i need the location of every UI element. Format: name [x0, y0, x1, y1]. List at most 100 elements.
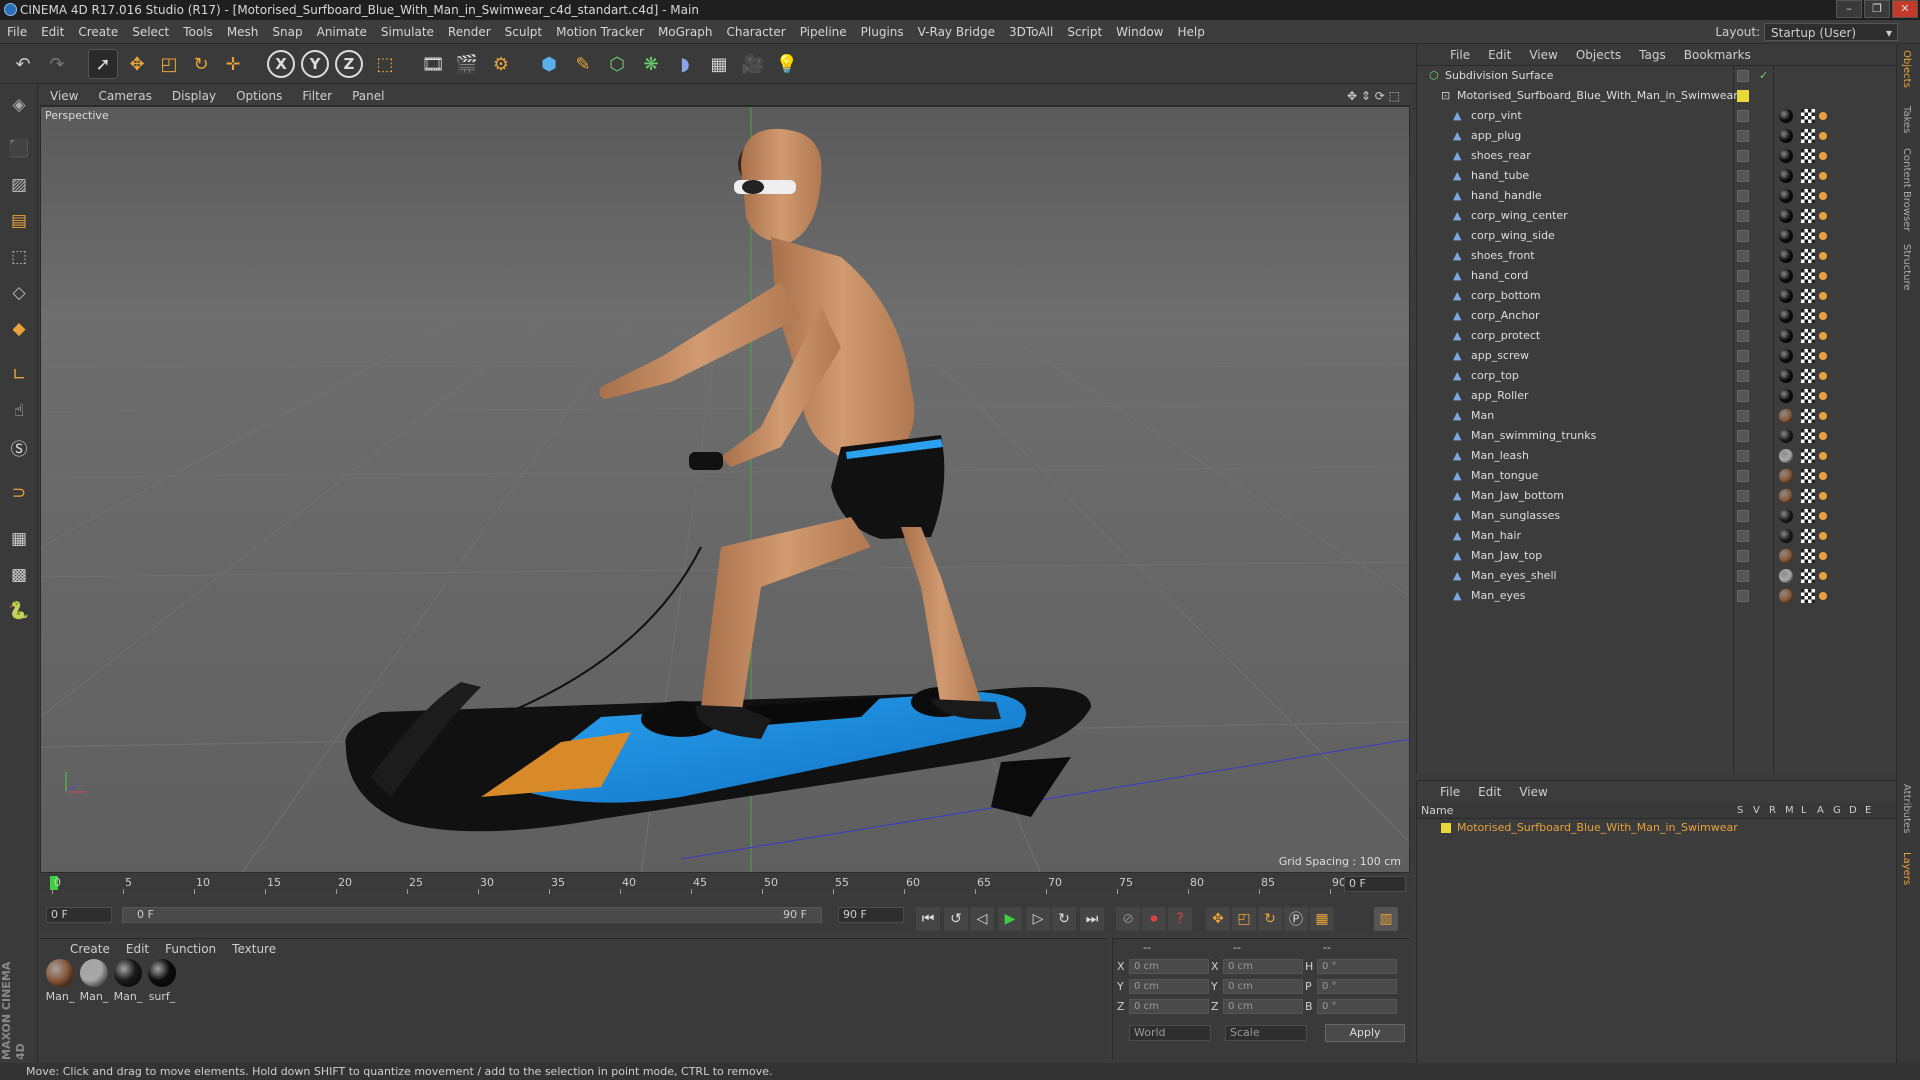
object-row[interactable]: ▲ Man_tongue	[1417, 466, 1897, 486]
material-tag[interactable]	[1779, 229, 1793, 243]
model-mode-icon[interactable]: ⬛	[4, 134, 34, 164]
object-row[interactable]: ▲ Man_sunglasses	[1417, 506, 1897, 526]
coordinate-rot-field[interactable]: 0 °	[1317, 999, 1397, 1014]
object-row[interactable]: ▲ corp_wing_side	[1417, 226, 1897, 246]
x-axis-lock[interactable]: X	[266, 49, 296, 79]
record-keys-icon[interactable]: ⏺	[1142, 907, 1166, 931]
make-editable-icon[interactable]: ◈	[4, 90, 34, 120]
menu-mesh[interactable]: Mesh	[220, 20, 266, 44]
visibility-flags[interactable]	[1737, 390, 1749, 402]
phong-tag-icon[interactable]	[1819, 412, 1827, 420]
material-tag[interactable]	[1779, 369, 1793, 383]
scale-mode-dropdown[interactable]: Scale	[1225, 1025, 1307, 1041]
material-tag[interactable]	[1779, 489, 1793, 503]
object-row[interactable]: ▲ Man_eyes	[1417, 586, 1897, 606]
next-frame-icon[interactable]: ▷	[1026, 907, 1050, 931]
object-row[interactable]: ▲ Man_swimming_trunks	[1417, 426, 1897, 446]
y-axis-lock[interactable]: Y	[300, 49, 330, 79]
live-selection-icon[interactable]: ➚	[88, 49, 118, 79]
uvw-tag-icon[interactable]	[1801, 269, 1815, 283]
material-swatch[interactable]: Man_	[78, 959, 110, 1003]
polygons-mode-icon[interactable]: ◆	[4, 314, 34, 344]
material-tag[interactable]	[1779, 189, 1793, 203]
visibility-flags[interactable]	[1737, 350, 1749, 362]
object-menu-edit[interactable]: Edit	[1479, 44, 1520, 66]
end-frame-field[interactable]: 90 F	[838, 907, 904, 923]
object-row[interactable]: ▲ app_Roller	[1417, 386, 1897, 406]
phong-tag-icon[interactable]	[1819, 332, 1827, 340]
uvw-tag-icon[interactable]	[1801, 209, 1815, 223]
material-menu-create[interactable]: Create	[62, 939, 118, 959]
uvw-tag-icon[interactable]	[1801, 429, 1815, 443]
material-tag[interactable]	[1779, 509, 1793, 523]
coordinate-rot-field[interactable]: 0 °	[1317, 959, 1397, 974]
material-swatch[interactable]: Man_	[112, 959, 144, 1003]
visibility-flags[interactable]	[1737, 250, 1749, 262]
menu-tools[interactable]: Tools	[176, 20, 220, 44]
material-tag[interactable]	[1779, 149, 1793, 163]
uvw-tag-icon[interactable]	[1801, 189, 1815, 203]
material-tag[interactable]	[1779, 309, 1793, 323]
key-parameter-icon[interactable]: Ⓟ	[1284, 907, 1308, 931]
visibility-flags[interactable]	[1737, 410, 1749, 422]
phong-tag-icon[interactable]	[1819, 512, 1827, 520]
material-menu-texture[interactable]: Texture	[224, 939, 284, 959]
visibility-flags[interactable]	[1737, 430, 1749, 442]
visibility-flags[interactable]	[1737, 130, 1749, 142]
current-frame-field[interactable]: 0 F	[1344, 876, 1406, 892]
material-tag[interactable]	[1779, 209, 1793, 223]
deformer-icon[interactable]: ◗	[670, 49, 700, 79]
object-row[interactable]: ▲ hand_handle	[1417, 186, 1897, 206]
object-row-group[interactable]: ⊡ Motorised_Surfboard_Blue_With_Man_in_S…	[1417, 86, 1897, 106]
maximize-button[interactable]: ❐	[1864, 0, 1890, 18]
layout-dropdown[interactable]: Startup (User) ▾	[1764, 23, 1898, 41]
material-tag[interactable]	[1779, 109, 1793, 123]
layer-color-swatch[interactable]	[1441, 823, 1451, 833]
phong-tag-icon[interactable]	[1819, 432, 1827, 440]
object-row[interactable]: ▲ hand_cord	[1417, 266, 1897, 286]
perspective-viewport[interactable]: Perspective Grid Spacing : 100 cm	[40, 106, 1410, 873]
visibility-flags[interactable]	[1737, 490, 1749, 502]
recent-tool-icon[interactable]: ✛	[218, 49, 248, 79]
viewport-nav-icons[interactable]: ✥ ⇕ ⟳ ⬚	[1347, 86, 1400, 106]
points-mode-icon[interactable]: ⬚	[4, 242, 34, 272]
scale-tool-icon[interactable]: ◰	[154, 49, 184, 79]
visibility-flags[interactable]	[1737, 70, 1749, 82]
material-tag[interactable]	[1779, 169, 1793, 183]
material-swatch[interactable]: surf_	[146, 959, 178, 1003]
material-tag[interactable]	[1779, 589, 1793, 603]
phong-tag-icon[interactable]	[1819, 132, 1827, 140]
material-swatch[interactable]: Man_	[44, 959, 76, 1003]
rotate-tool-icon[interactable]: ↻	[186, 49, 216, 79]
camera-object-icon[interactable]: 🎥	[738, 49, 768, 79]
object-row[interactable]: ▲ corp_vint	[1417, 106, 1897, 126]
material-tag[interactable]	[1779, 549, 1793, 563]
material-tag[interactable]	[1779, 349, 1793, 363]
viewport-menu-view[interactable]: View	[40, 86, 88, 106]
phong-tag-icon[interactable]	[1819, 532, 1827, 540]
phong-tag-icon[interactable]	[1819, 592, 1827, 600]
phong-tag-icon[interactable]	[1819, 452, 1827, 460]
object-row[interactable]: ▲ app_plug	[1417, 126, 1897, 146]
visibility-flags[interactable]	[1737, 150, 1749, 162]
uvw-tag-icon[interactable]	[1801, 329, 1815, 343]
uvw-tag-icon[interactable]	[1801, 569, 1815, 583]
object-row[interactable]: ▲ Man_leash	[1417, 446, 1897, 466]
tab-layers[interactable]: Layers	[1901, 852, 1912, 885]
layer-menu-edit[interactable]: Edit	[1469, 781, 1510, 803]
uvw-tag-icon[interactable]	[1801, 509, 1815, 523]
coordinate-size-field[interactable]: 0 cm	[1223, 999, 1303, 1014]
object-row[interactable]: ▲ app_screw	[1417, 346, 1897, 366]
check-icon[interactable]: ✓	[1759, 66, 1768, 86]
light-object-icon[interactable]: 💡	[772, 49, 802, 79]
menu-help[interactable]: Help	[1170, 20, 1211, 44]
visibility-flags[interactable]	[1737, 190, 1749, 202]
close-button[interactable]: ✕	[1892, 0, 1918, 18]
coordinate-pos-field[interactable]: 0 cm	[1129, 959, 1209, 974]
object-menu-bookmarks[interactable]: Bookmarks	[1675, 44, 1760, 66]
autokey-icon[interactable]: ?	[1168, 907, 1192, 931]
undo-icon[interactable]: ↶	[8, 49, 38, 79]
phong-tag-icon[interactable]	[1819, 252, 1827, 260]
locked-workplane-icon[interactable]: ▩	[4, 560, 34, 590]
material-tag[interactable]	[1779, 129, 1793, 143]
